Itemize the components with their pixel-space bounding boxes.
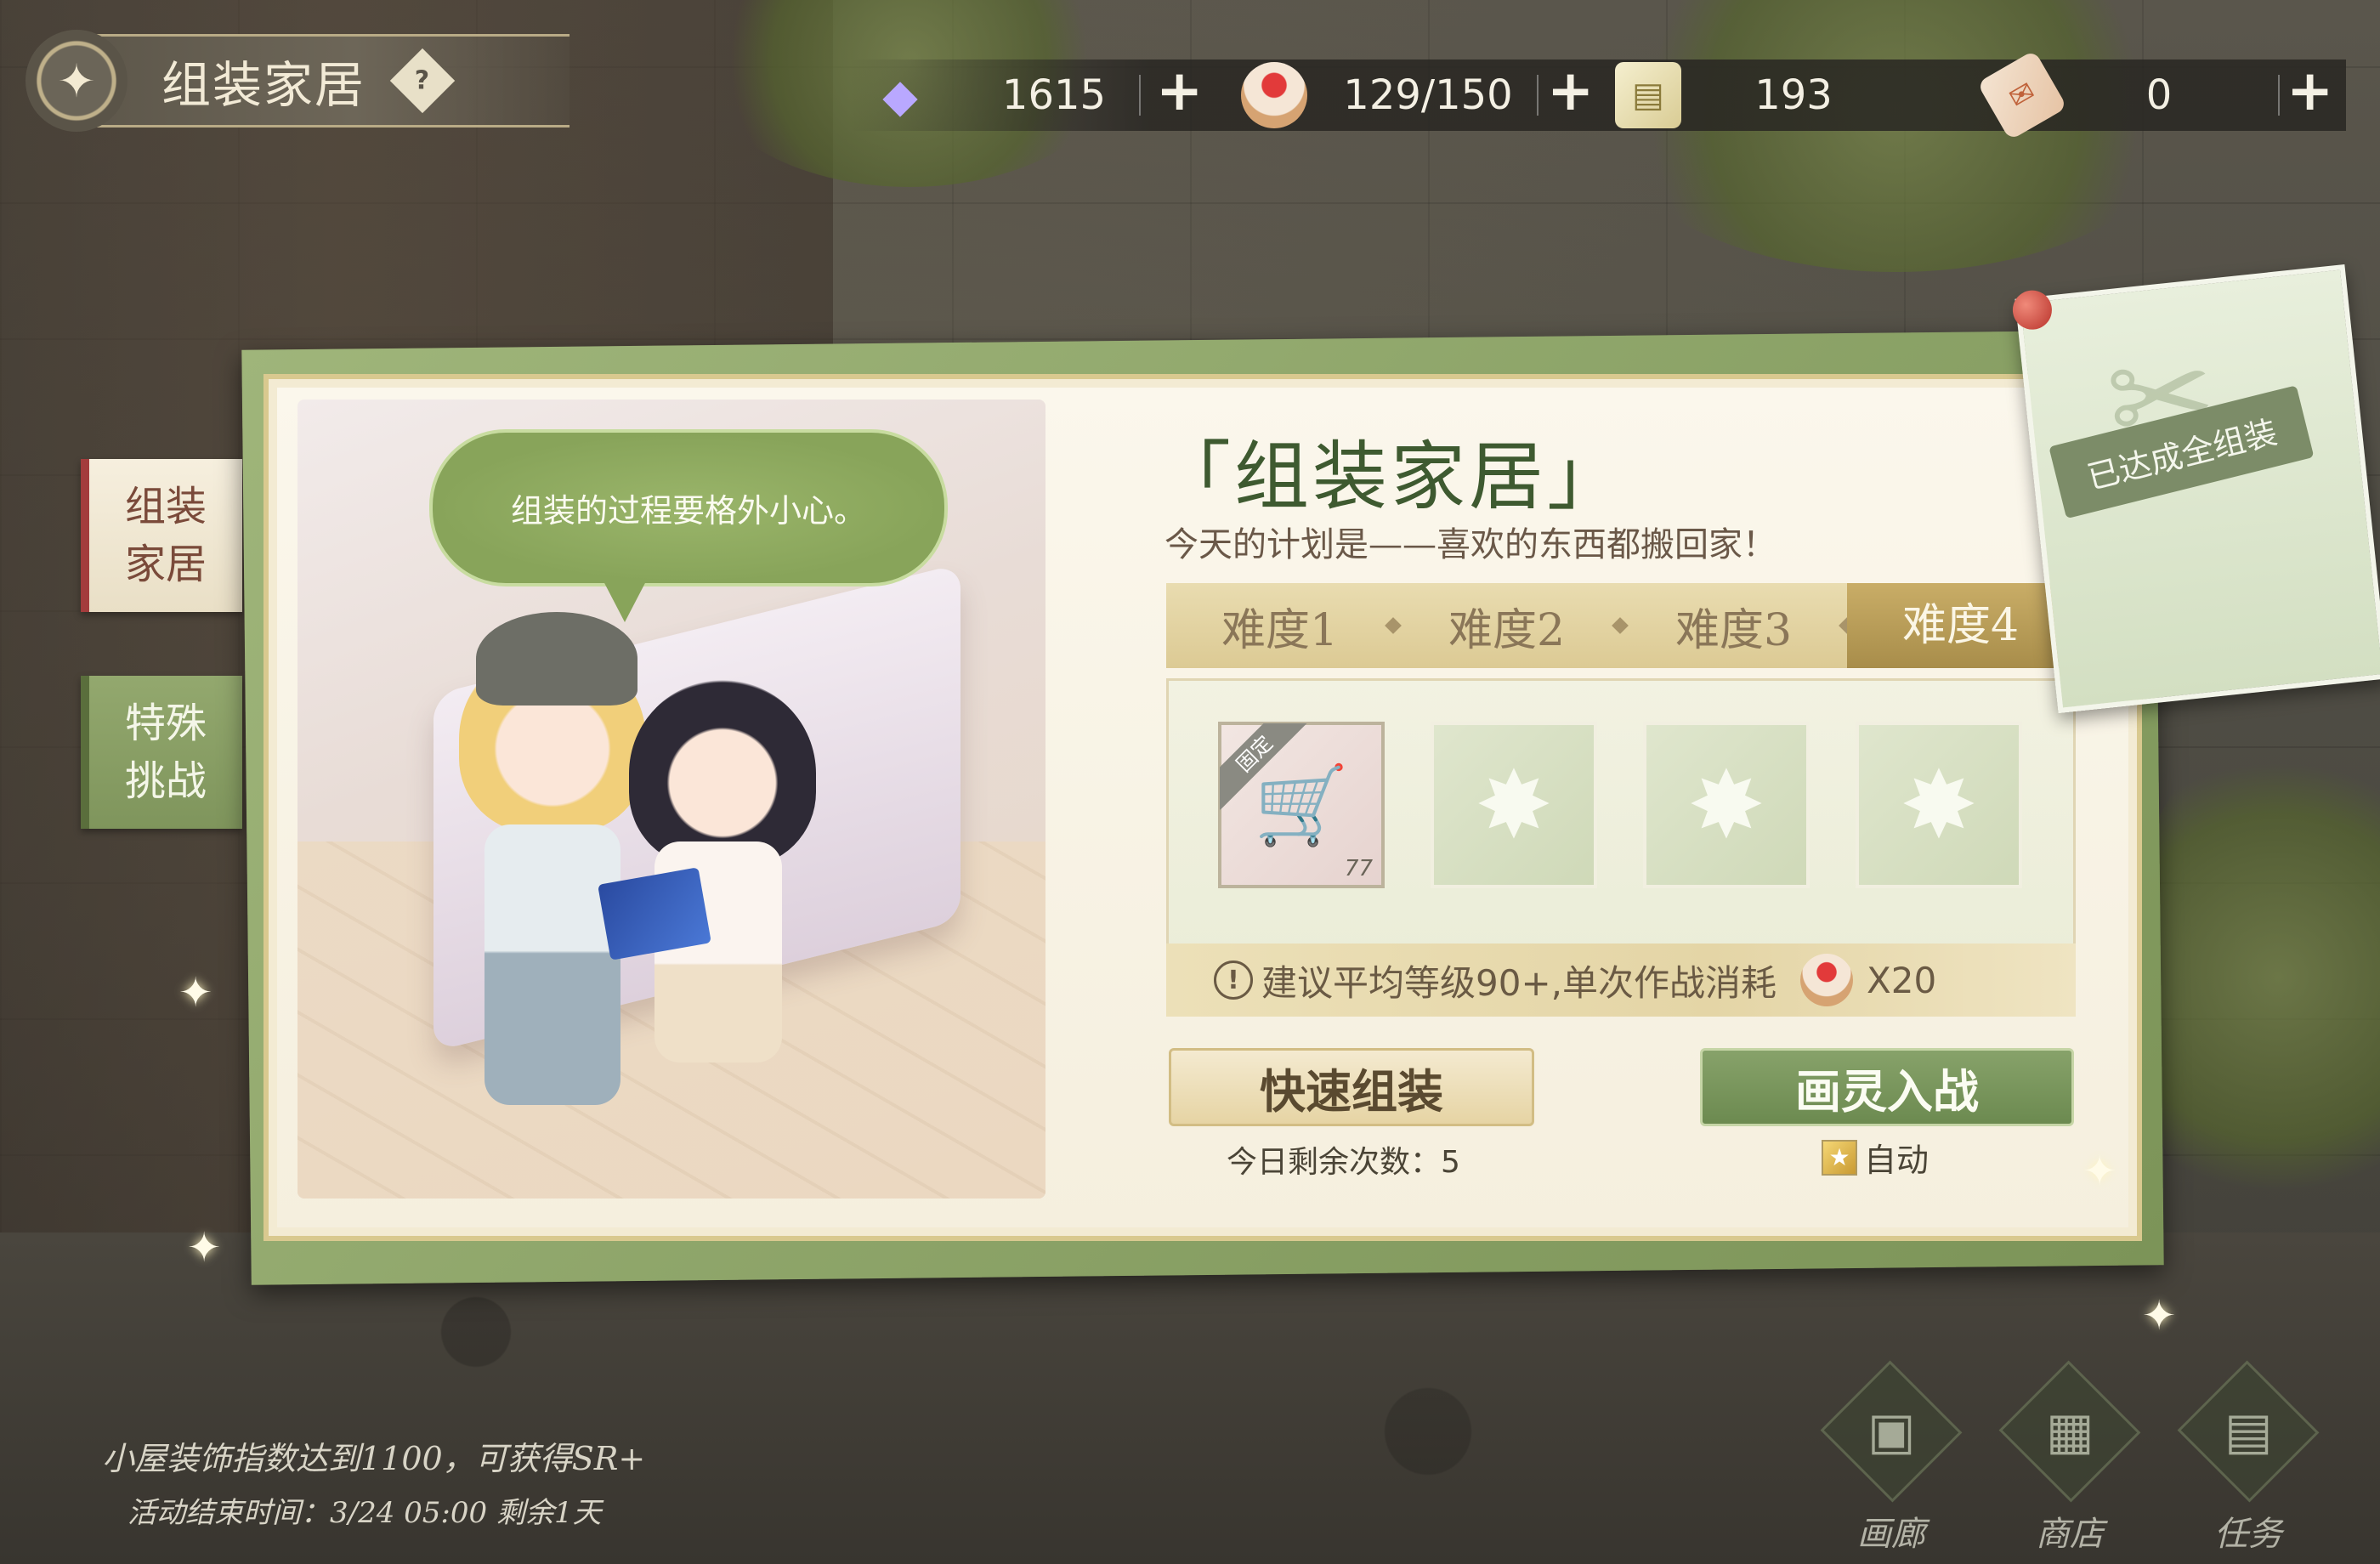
- stamina-count: 129/150: [1343, 71, 1513, 119]
- fixed-tag: 固定: [1220, 723, 1313, 817]
- blueprint-count: 193: [1754, 71, 1833, 119]
- difficulty-label: 难度1: [1221, 604, 1339, 656]
- battle-hint: ! 建议平均等级90+,单次作战消耗 X20: [1166, 944, 2076, 1017]
- quick-assemble-button[interactable]: 快速组装: [1169, 1048, 1534, 1126]
- event-progress-text: 小屋装饰指数达到1100，可获得SR+: [102, 1440, 646, 1477]
- gallery-icon: ▣: [1820, 1360, 1963, 1503]
- reward-quantity: 77: [1344, 856, 1373, 881]
- sparkle-icon: ✦: [178, 969, 213, 1017]
- difficulty-label: 难度3: [1674, 604, 1793, 656]
- reward-slot-empty[interactable]: ✸: [1643, 722, 1810, 888]
- nav-tasks[interactable]: ▤ 任务: [2176, 1360, 2320, 1556]
- strawberry-cake-icon: [1800, 954, 1853, 1006]
- nav-gallery[interactable]: ▣ 画廊: [1819, 1360, 1964, 1556]
- stage-title: 「组装家居」: [1156, 433, 1626, 520]
- character-girl-head: [629, 680, 816, 867]
- difficulty-label: 难度4: [1901, 600, 2020, 651]
- difficulty-tab-3[interactable]: 难度3: [1620, 594, 1856, 658]
- help-button[interactable]: ?: [389, 48, 456, 114]
- nav-gallery-label: 画廊: [1857, 1515, 1925, 1554]
- star-burst-icon: ✸: [1899, 751, 1979, 859]
- ticket-count: 0: [2145, 71, 2173, 119]
- strawberry-cake-icon: [1241, 62, 1307, 128]
- separator: [1139, 75, 1141, 116]
- page-title: 组装家居: [162, 56, 366, 114]
- difficulty-selector: 难度1 难度2 难度3 难度4: [1166, 583, 2076, 668]
- reward-slot-empty[interactable]: ✸: [1431, 722, 1597, 888]
- diamond-icon: ◆: [882, 68, 918, 122]
- separator: [1537, 75, 1538, 116]
- quick-assemble-label: 快速组装: [1260, 1063, 1443, 1119]
- warning-icon: !: [1214, 960, 1253, 1000]
- task-icon: ▤: [2177, 1360, 2320, 1503]
- resource-bar: ◆ 1615 + 129/150 + ▤ 193 ✉ 0 +: [850, 49, 2346, 141]
- add-diamond-button[interactable]: +: [1156, 58, 1203, 123]
- nav-tasks-label: 任务: [2214, 1515, 2282, 1554]
- sparkle-icon: ✦: [187, 1224, 222, 1272]
- event-end-time: 活动结束时间：3/24 05:00 剩余1天: [128, 1496, 602, 1530]
- blueprint-scroll-icon: ▤: [1615, 62, 1681, 128]
- resource-ticket: ✉ 0 +: [1976, 49, 2346, 141]
- diamond-count: 1615: [1001, 71, 1107, 119]
- stage-subtitle: 今天的计划是——喜欢的东西都搬回家！: [1164, 525, 1776, 564]
- nav-shop-label: 商店: [2036, 1515, 2104, 1554]
- tab-special-challenge[interactable]: 特殊挑战: [81, 676, 242, 829]
- ticket-icon: ✉: [1976, 49, 2068, 141]
- speech-text: 组装的过程要格外小心。: [510, 492, 866, 530]
- checkbox-icon[interactable]: ★: [1822, 1139, 1857, 1176]
- sparkle-icon: ✦: [2082, 1148, 2117, 1195]
- tab-special-label: 特殊挑战: [124, 700, 207, 805]
- character-boy-hat: [476, 612, 638, 706]
- hint-cost: X20: [1867, 959, 1937, 1001]
- difficulty-tab-4[interactable]: 难度4: [1847, 583, 2074, 668]
- shop-icon: ▦: [1998, 1360, 2141, 1503]
- reward-list: 固定 🛒 77 ✸ ✸ ✸: [1166, 678, 2076, 952]
- reward-slot-blueprint[interactable]: 固定 🛒 77: [1218, 722, 1385, 888]
- difficulty-tab-2[interactable]: 难度2: [1393, 594, 1629, 658]
- resource-stamina: 129/150 +: [1241, 58, 1598, 131]
- sparkle-icon: ✦: [2142, 1292, 2177, 1340]
- add-ticket-button[interactable]: +: [2286, 58, 2333, 123]
- reward-slot-empty[interactable]: ✸: [1856, 722, 2022, 888]
- completion-note: ✂ 已达成全组装: [2010, 264, 2380, 714]
- difficulty-label: 难度2: [1448, 604, 1566, 656]
- remaining-attempts: 今日剩余次数：5: [1227, 1145, 1460, 1180]
- difficulty-tab-1[interactable]: 难度1: [1166, 594, 1402, 658]
- help-icon: ?: [415, 65, 430, 96]
- separator: [2278, 75, 2280, 116]
- star-burst-icon: ✸: [1686, 751, 1766, 859]
- nav-shop[interactable]: ▦ 商店: [1998, 1360, 2142, 1556]
- character-boy-body: [484, 824, 620, 1105]
- header-title-plate: ✦ 组装家居 ?: [26, 30, 570, 132]
- auto-label: 自动: [1864, 1142, 1930, 1179]
- star-burst-icon: ✸: [1474, 751, 1554, 859]
- enter-battle-label: 画灵入战: [1795, 1063, 1979, 1119]
- enter-battle-button[interactable]: 画灵入战: [1700, 1048, 2074, 1126]
- auto-toggle[interactable]: ★ 自动: [1822, 1134, 1929, 1181]
- resource-blueprint: ▤ 193: [1615, 60, 1972, 131]
- resource-diamond: ◆ 1615 +: [867, 58, 1224, 131]
- tab-assemble-furniture[interactable]: 组装家居: [81, 459, 242, 612]
- speech-bubble: 组装的过程要格外小心。: [429, 429, 948, 622]
- tab-assemble-label: 组装家居: [124, 483, 207, 588]
- butterfly-emblem-icon[interactable]: ✦: [26, 30, 128, 132]
- hint-text: 建议平均等级90+,单次作战消耗: [1261, 961, 1776, 1004]
- fixed-tag-label: 固定: [1220, 723, 1311, 810]
- add-stamina-button[interactable]: +: [1547, 58, 1594, 123]
